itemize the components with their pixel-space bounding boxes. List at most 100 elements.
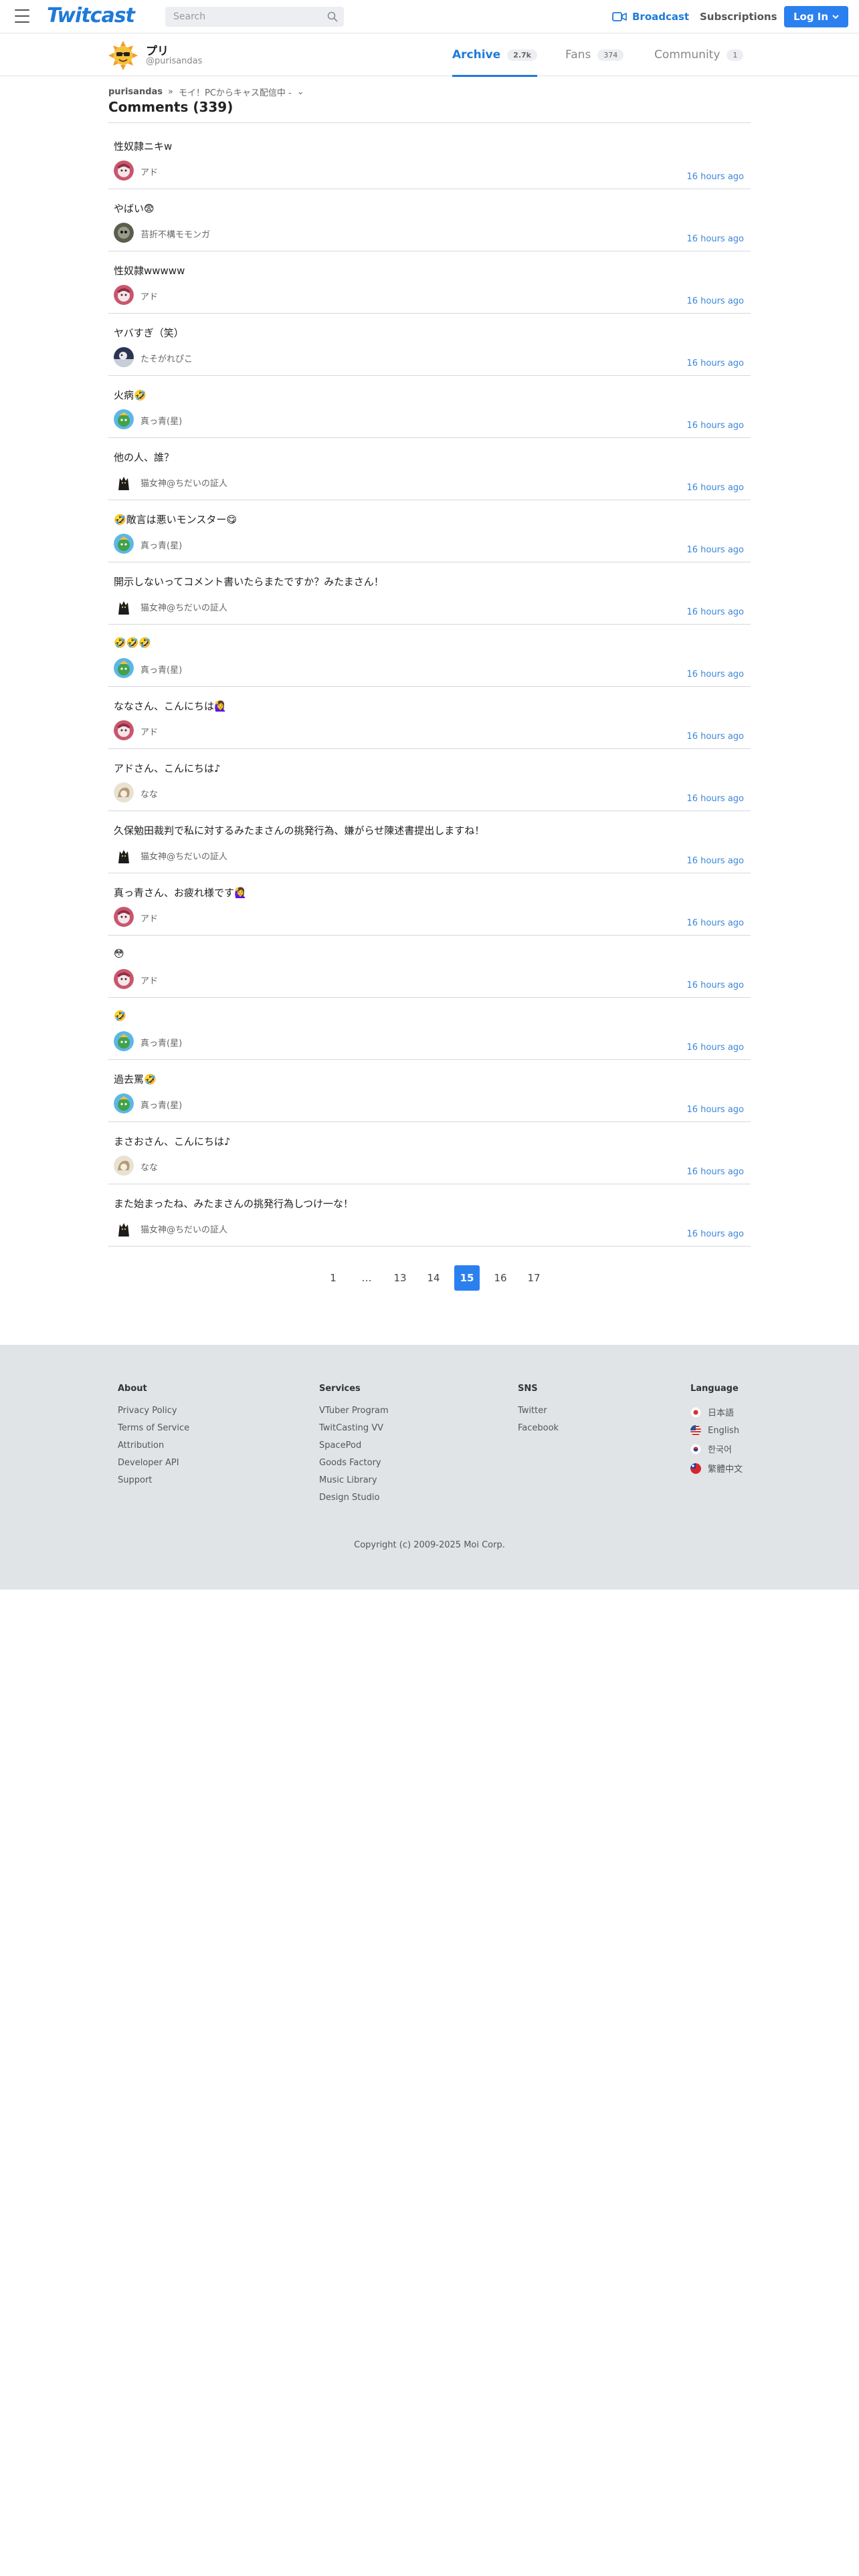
breadcrumb-chevron-icon[interactable]: ⌄ bbox=[297, 87, 304, 97]
commenter-name[interactable]: 真っ青(星) bbox=[140, 663, 182, 675]
commenter-avatar[interactable] bbox=[114, 969, 134, 989]
comment-timestamp[interactable]: 16 hours ago bbox=[686, 732, 744, 742]
footer-link-terms-of-service[interactable]: Terms of Service bbox=[118, 1423, 189, 1433]
comment-timestamp[interactable]: 16 hours ago bbox=[686, 1105, 744, 1115]
tab-fans-count: 374 bbox=[597, 49, 624, 61]
breadcrumb-user[interactable]: purisandas bbox=[108, 87, 163, 97]
commenter-avatar[interactable] bbox=[114, 160, 134, 181]
page-link[interactable]: 16 bbox=[488, 1265, 513, 1291]
commenter-avatar[interactable] bbox=[114, 658, 134, 678]
tab-community[interactable]: Community 1 bbox=[654, 33, 744, 76]
commenter-avatar[interactable] bbox=[114, 907, 134, 927]
comment-timestamp[interactable]: 16 hours ago bbox=[686, 234, 744, 244]
commenter-name[interactable]: 猫女神@ちだいの証人 bbox=[140, 601, 227, 613]
footer-link-attribution[interactable]: Attribution bbox=[118, 1440, 189, 1451]
commenter-name[interactable]: 猫女神@ちだいの証人 bbox=[140, 476, 227, 489]
breadcrumb-movie-title[interactable]: モイ！PCからキャス配信中 - bbox=[179, 86, 292, 98]
footer-link-twitter[interactable]: Twitter bbox=[518, 1406, 559, 1416]
page-link[interactable]: 14 bbox=[421, 1265, 446, 1291]
menu-icon[interactable] bbox=[15, 9, 29, 23]
comment-text: 😳 bbox=[114, 948, 124, 960]
commenter-avatar[interactable] bbox=[114, 285, 134, 305]
language-english[interactable]: English bbox=[690, 1425, 743, 1436]
footer-link-music-library[interactable]: Music Library bbox=[319, 1475, 389, 1485]
footer-link-spacepod[interactable]: SpacePod bbox=[319, 1440, 389, 1451]
commenter-avatar[interactable] bbox=[114, 409, 134, 429]
commenter-avatar[interactable] bbox=[114, 720, 134, 740]
search-input[interactable] bbox=[165, 7, 312, 27]
twitcast-logo[interactable]: Twitcast bbox=[47, 4, 135, 27]
footer-link-support[interactable]: Support bbox=[118, 1475, 189, 1485]
commenter-avatar[interactable] bbox=[114, 596, 134, 616]
commenter-name[interactable]: アド bbox=[140, 725, 158, 738]
comment-timestamp[interactable]: 16 hours ago bbox=[686, 1043, 744, 1053]
footer-link-goods-factory[interactable]: Goods Factory bbox=[319, 1458, 389, 1468]
language-japanese[interactable]: 日本語 bbox=[690, 1406, 743, 1418]
footer-link-facebook[interactable]: Facebook bbox=[518, 1423, 559, 1433]
tab-fans[interactable]: Fans 374 bbox=[565, 33, 624, 76]
commenter-avatar[interactable] bbox=[114, 347, 134, 367]
comment-timestamp[interactable]: 16 hours ago bbox=[686, 358, 744, 368]
search-icon[interactable] bbox=[327, 11, 338, 22]
commenter-avatar[interactable] bbox=[114, 1031, 134, 1051]
commenter-name[interactable]: たそがれぴこ bbox=[140, 352, 193, 364]
footer-link-design-studio[interactable]: Design Studio bbox=[319, 1493, 389, 1503]
footer-link-privacy-policy[interactable]: Privacy Policy bbox=[118, 1406, 189, 1416]
tab-archive[interactable]: Archive 2.7k bbox=[452, 33, 537, 77]
login-button[interactable]: Log In bbox=[784, 6, 848, 27]
comment-list: 性奴隷ニキw アド 16 hours ago やばい😨 苔折不構モモンガ 16 hours… bbox=[108, 127, 751, 1247]
comment-text: まさおさん、こんにちは♪ bbox=[114, 1136, 231, 1148]
footer-link-twitcasting-vv[interactable]: TwitCasting VV bbox=[319, 1423, 389, 1433]
commenter-avatar[interactable] bbox=[114, 1093, 134, 1113]
profile-avatar[interactable] bbox=[108, 41, 138, 70]
comment-timestamp[interactable]: 16 hours ago bbox=[686, 918, 744, 928]
commenter-name[interactable]: アド bbox=[140, 911, 158, 924]
comment-timestamp[interactable]: 16 hours ago bbox=[686, 1167, 744, 1177]
comment-timestamp[interactable]: 16 hours ago bbox=[686, 1229, 744, 1239]
footer-link-vtuber-program[interactable]: VTuber Program bbox=[319, 1406, 389, 1416]
commenter-avatar[interactable] bbox=[114, 1218, 134, 1238]
commenter-avatar[interactable] bbox=[114, 1156, 134, 1176]
comment-timestamp[interactable]: 16 hours ago bbox=[686, 483, 744, 493]
commenter-name[interactable]: 苔折不構モモンガ bbox=[140, 227, 210, 240]
commenter-avatar[interactable] bbox=[114, 534, 134, 554]
footer-link-developer-api[interactable]: Developer API bbox=[118, 1458, 189, 1468]
comment-timestamp[interactable]: 16 hours ago bbox=[686, 421, 744, 431]
commenter-name[interactable]: アド bbox=[140, 974, 158, 986]
commenter-avatar[interactable] bbox=[114, 223, 134, 243]
profile-bar: プリ @purisandas Archive 2.7k Fans 374 Com… bbox=[0, 33, 859, 77]
video-camera-icon bbox=[612, 12, 627, 21]
commenter-name[interactable]: アド bbox=[140, 290, 158, 302]
commenter-avatar[interactable] bbox=[114, 471, 134, 492]
comment-timestamp[interactable]: 16 hours ago bbox=[686, 856, 744, 866]
japan-flag-icon bbox=[690, 1406, 701, 1418]
comment-item: 性奴隷wwwww アド 16 hours ago bbox=[108, 251, 751, 314]
commenter-name[interactable]: アド bbox=[140, 165, 158, 178]
commenter-name[interactable]: 真っ青(星) bbox=[140, 538, 182, 551]
commenter-name[interactable]: なな bbox=[140, 1160, 158, 1173]
page-link[interactable]: 17 bbox=[521, 1265, 547, 1291]
comment-timestamp[interactable]: 16 hours ago bbox=[686, 669, 744, 679]
commenter-name[interactable]: 真っ青(星) bbox=[140, 414, 182, 427]
language-korean[interactable]: 한국어 bbox=[690, 1442, 743, 1455]
commenter-avatar[interactable] bbox=[114, 845, 134, 865]
commenter-avatar[interactable] bbox=[114, 782, 134, 802]
comment-timestamp[interactable]: 16 hours ago bbox=[686, 545, 744, 555]
commenter-name[interactable]: 猫女神@ちだいの証人 bbox=[140, 849, 227, 862]
page-link[interactable]: 1 bbox=[320, 1265, 346, 1291]
comment-timestamp[interactable]: 16 hours ago bbox=[686, 172, 744, 182]
commenter-name[interactable]: 真っ青(星) bbox=[140, 1098, 182, 1111]
comment-timestamp[interactable]: 16 hours ago bbox=[686, 607, 744, 617]
broadcast-button[interactable]: Broadcast bbox=[612, 8, 689, 25]
language-traditional-chinese[interactable]: 繁體中文 bbox=[690, 1462, 743, 1475]
tab-community-count: 1 bbox=[727, 49, 744, 61]
subscriptions-link[interactable]: Subscriptions bbox=[700, 8, 777, 25]
commenter-name[interactable]: 真っ青(星) bbox=[140, 1036, 182, 1049]
page-link[interactable]: 13 bbox=[387, 1265, 413, 1291]
commenter-name[interactable]: 猫女神@ちだいの証人 bbox=[140, 1222, 227, 1235]
comment-timestamp[interactable]: 16 hours ago bbox=[686, 794, 744, 804]
comment-timestamp[interactable]: 16 hours ago bbox=[686, 980, 744, 990]
comment-timestamp[interactable]: 16 hours ago bbox=[686, 296, 744, 306]
page-link[interactable]: 15 bbox=[454, 1265, 480, 1291]
commenter-name[interactable]: なな bbox=[140, 787, 158, 800]
